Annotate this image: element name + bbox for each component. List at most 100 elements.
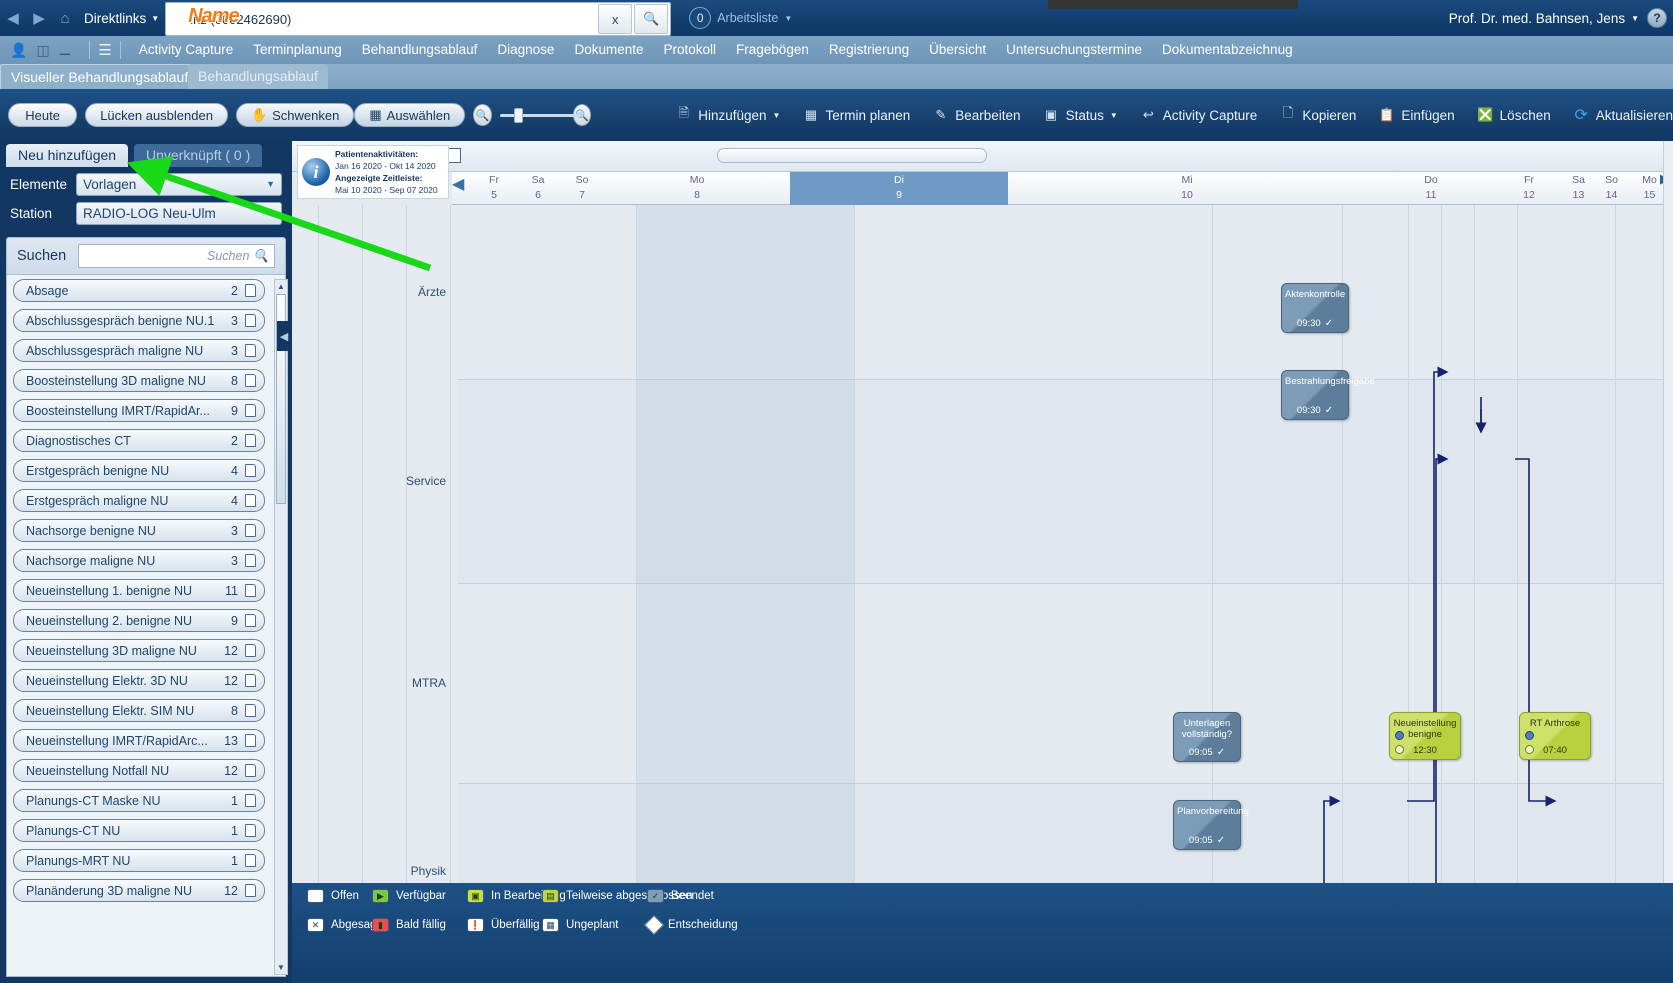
menu-item-terminplanung[interactable]: Terminplanung <box>243 36 352 64</box>
list-item[interactable]: Planungs-CT NU 1 <box>13 819 265 842</box>
zoom-out-icon[interactable]: 🔍 <box>473 104 492 126</box>
tab-unverknuepft[interactable]: Unverknüpft ( 0 ) <box>134 144 263 167</box>
menu-item-diagnose[interactable]: Diagnose <box>487 36 564 64</box>
list-item[interactable]: Neueinstellung IMRT/RapidArc... 13 <box>13 729 265 752</box>
scroll-left-icon[interactable]: ◀ <box>452 174 464 194</box>
list-item[interactable]: Abschlussgespräch maligne NU 3 <box>13 339 265 362</box>
list-item[interactable]: Neueinstellung Notfall NU 12 <box>13 759 265 782</box>
list-item[interactable]: Nachsorge maligne NU 3 <box>13 549 265 572</box>
tab-neu-hinzufuegen[interactable]: Neu hinzufügen <box>6 144 129 167</box>
menu-item-activity-capture[interactable]: Activity Capture <box>129 36 244 64</box>
clear-search-button[interactable]: x <box>598 4 633 34</box>
direktlinks-menu[interactable]: Direktlinks ▼ <box>84 11 159 26</box>
bottle-icon[interactable]: ◫ <box>36 42 49 59</box>
list-item[interactable]: Boosteinstellung 3D maligne NU 8 <box>13 369 265 392</box>
timeline-vertical-scrollbar[interactable] <box>1663 141 1673 983</box>
activity-capture-button[interactable]: ↩ Activity Capture <box>1140 107 1258 124</box>
activity-node[interactable]: Unterlagen vollständig? 09:05 ✓ <box>1173 712 1241 762</box>
back-icon[interactable]: ◀ <box>0 0 26 36</box>
worklist-menu[interactable]: 0 Arbeitsliste ▼ <box>689 7 792 29</box>
list-item[interactable]: Absage 2 <box>13 279 265 302</box>
scroll-down-icon[interactable]: ▼ <box>275 961 287 974</box>
list-item-label: Neueinstellung Notfall NU <box>26 763 170 778</box>
date-column-header[interactable]: Sa 6 <box>516 172 560 205</box>
list-item[interactable]: Neueinstellung Elektr. 3D NU 12 <box>13 669 265 692</box>
list-item[interactable]: Neueinstellung 2. benigne NU 9 <box>13 609 265 632</box>
list-item[interactable]: Neueinstellung 1. benigne NU 11 <box>13 579 265 602</box>
slider-thumb[interactable] <box>513 108 523 123</box>
menu-item--bersicht[interactable]: Übersicht <box>919 36 996 64</box>
loeschen-button[interactable]: ❎ Löschen <box>1477 107 1551 124</box>
list-item[interactable]: Neueinstellung 3D maligne NU 12 <box>13 639 265 662</box>
elemente-select[interactable]: Vorlagen ▼ <box>76 172 282 196</box>
date-column-header[interactable]: Mo 8 <box>604 172 790 205</box>
list-item[interactable]: Diagnostisches CT 2 <box>13 429 265 452</box>
status-button[interactable]: ▣ Status ▼ <box>1043 107 1118 124</box>
collapse-panel-button[interactable]: ◀ <box>277 321 291 351</box>
tab-behandlungsablauf[interactable]: Behandlungsablauf <box>188 64 328 89</box>
date-column-header[interactable]: So 7 <box>560 172 604 205</box>
help-icon[interactable]: ? <box>1647 8 1667 28</box>
timeline-horizontal-scrollbar[interactable] <box>717 148 987 163</box>
list-item[interactable]: Erstgespräch benigne NU 4 <box>13 459 265 482</box>
list-item[interactable]: Nachsorge benigne NU 3 <box>13 519 265 542</box>
scroll-up-icon[interactable]: ▲ <box>275 280 287 293</box>
list-item[interactable]: Planungs-MRT NU 1 <box>13 849 265 872</box>
list-icon[interactable]: ☰ <box>98 41 111 59</box>
lanes: Aktenkontrolle 09:30 ✓ Bestrahlungsfreigabe… <box>318 205 1663 983</box>
date-column-header[interactable]: Di 9 <box>790 172 1008 205</box>
list-item[interactable]: Abschlussgespräch benigne NU.1 3 <box>13 309 265 332</box>
einfuegen-button[interactable]: 📋 Einfügen <box>1378 107 1455 124</box>
activity-node[interactable]: RT Arthrose 07:40 <box>1519 712 1591 760</box>
pill-icon[interactable]: ⚊ <box>59 42 72 59</box>
kopieren-button[interactable]: 🗋 Kopieren <box>1279 105 1357 124</box>
list-item[interactable]: Planänderung 3D maligne NU 12 <box>13 879 265 902</box>
list-item[interactable]: Boosteinstellung IMRT/RapidAr... 9 <box>13 399 265 422</box>
patient-search-field[interactable]: inz (0002462690) Name x 🔍 <box>165 2 672 36</box>
menu-item-dokumente[interactable]: Dokumente <box>564 36 653 64</box>
person-icon[interactable]: 👤 <box>10 42 27 59</box>
zoom-slider[interactable] <box>499 104 580 126</box>
list-item[interactable]: Erstgespräch maligne NU 4 <box>13 489 265 512</box>
heute-button[interactable]: Heute <box>8 103 78 127</box>
tab-visueller-behandlungsablauf[interactable]: Visueller Behandlungsablauf <box>0 64 200 89</box>
schwenken-button[interactable]: ✋ Schwenken <box>235 103 355 127</box>
date-column-header[interactable]: So 14 <box>1595 172 1628 205</box>
date-column-header[interactable]: Do 11 <box>1366 172 1496 205</box>
bearbeiten-button[interactable]: ✎ Bearbeiten <box>932 107 1020 124</box>
search-icon[interactable]: 🔍 <box>634 4 669 34</box>
date-column-header[interactable]: Fr 5 <box>472 172 516 205</box>
document-icon <box>245 614 256 627</box>
list-item[interactable]: Planungs-CT Maske NU 1 <box>13 789 265 812</box>
menu-item-untersuchungstermine[interactable]: Untersuchungstermine <box>996 36 1152 64</box>
search-input[interactable]: Suchen 🔍 <box>78 244 275 268</box>
list-item-count: 4 <box>231 493 238 508</box>
template-list[interactable]: Absage 2 Abschlussgespräch benigne NU.1 3 Ab… <box>6 275 286 977</box>
station-select[interactable]: RADIO-LOG Neu-Ulm ▼ <box>76 201 282 225</box>
list-item-count: 1 <box>231 793 238 808</box>
aktualisieren-button[interactable]: ⟳ Aktualisieren <box>1573 107 1673 124</box>
luecken-ausblenden-button[interactable]: Lücken ausblenden <box>85 103 228 127</box>
forward-icon[interactable]: ▶ <box>26 0 52 36</box>
activity-node[interactable]: Aktenkontrolle 09:30 ✓ <box>1281 283 1349 333</box>
list-item-label: Abschlussgespräch maligne NU <box>26 343 204 358</box>
template-list-scrollbar[interactable]: ▲ ▼ <box>274 279 288 975</box>
activity-node[interactable]: Planvorbereitung 09:05 ✓ <box>1173 800 1249 850</box>
activity-node[interactable]: Bestrahlungsfreigabe 09:30 ✓ <box>1281 370 1375 420</box>
hinzufuegen-button[interactable]: 🗎 Hinzufügen ▼ <box>675 105 781 124</box>
activity-node[interactable]: Neueinstellung benigne 12:30 <box>1389 712 1461 760</box>
date-column-header[interactable]: Mi 10 <box>1008 172 1366 205</box>
menu-item-protokoll[interactable]: Protokoll <box>654 36 727 64</box>
date-column-header[interactable]: Fr 12 <box>1496 172 1562 205</box>
menu-item-frageb-gen[interactable]: Fragebögen <box>726 36 819 64</box>
list-item[interactable]: Neueinstellung Elektr. SIM NU 8 <box>13 699 265 722</box>
menu-item-dokumentabzeichnug[interactable]: Dokumentabzeichnug <box>1152 36 1303 64</box>
home-icon[interactable]: ⌂ <box>52 0 78 36</box>
auswaehlen-button[interactable]: ▦ Auswählen <box>354 103 466 127</box>
document-icon <box>245 524 256 537</box>
date-column-header[interactable]: Sa 13 <box>1562 172 1595 205</box>
user-menu[interactable]: Prof. Dr. med. Bahnsen, Jens ▼ <box>1449 0 1639 36</box>
termin-planen-button[interactable]: ▦ Termin planen <box>802 107 910 124</box>
menu-item-registrierung[interactable]: Registrierung <box>819 36 919 64</box>
menu-item-behandlungsablauf[interactable]: Behandlungsablauf <box>352 36 488 64</box>
